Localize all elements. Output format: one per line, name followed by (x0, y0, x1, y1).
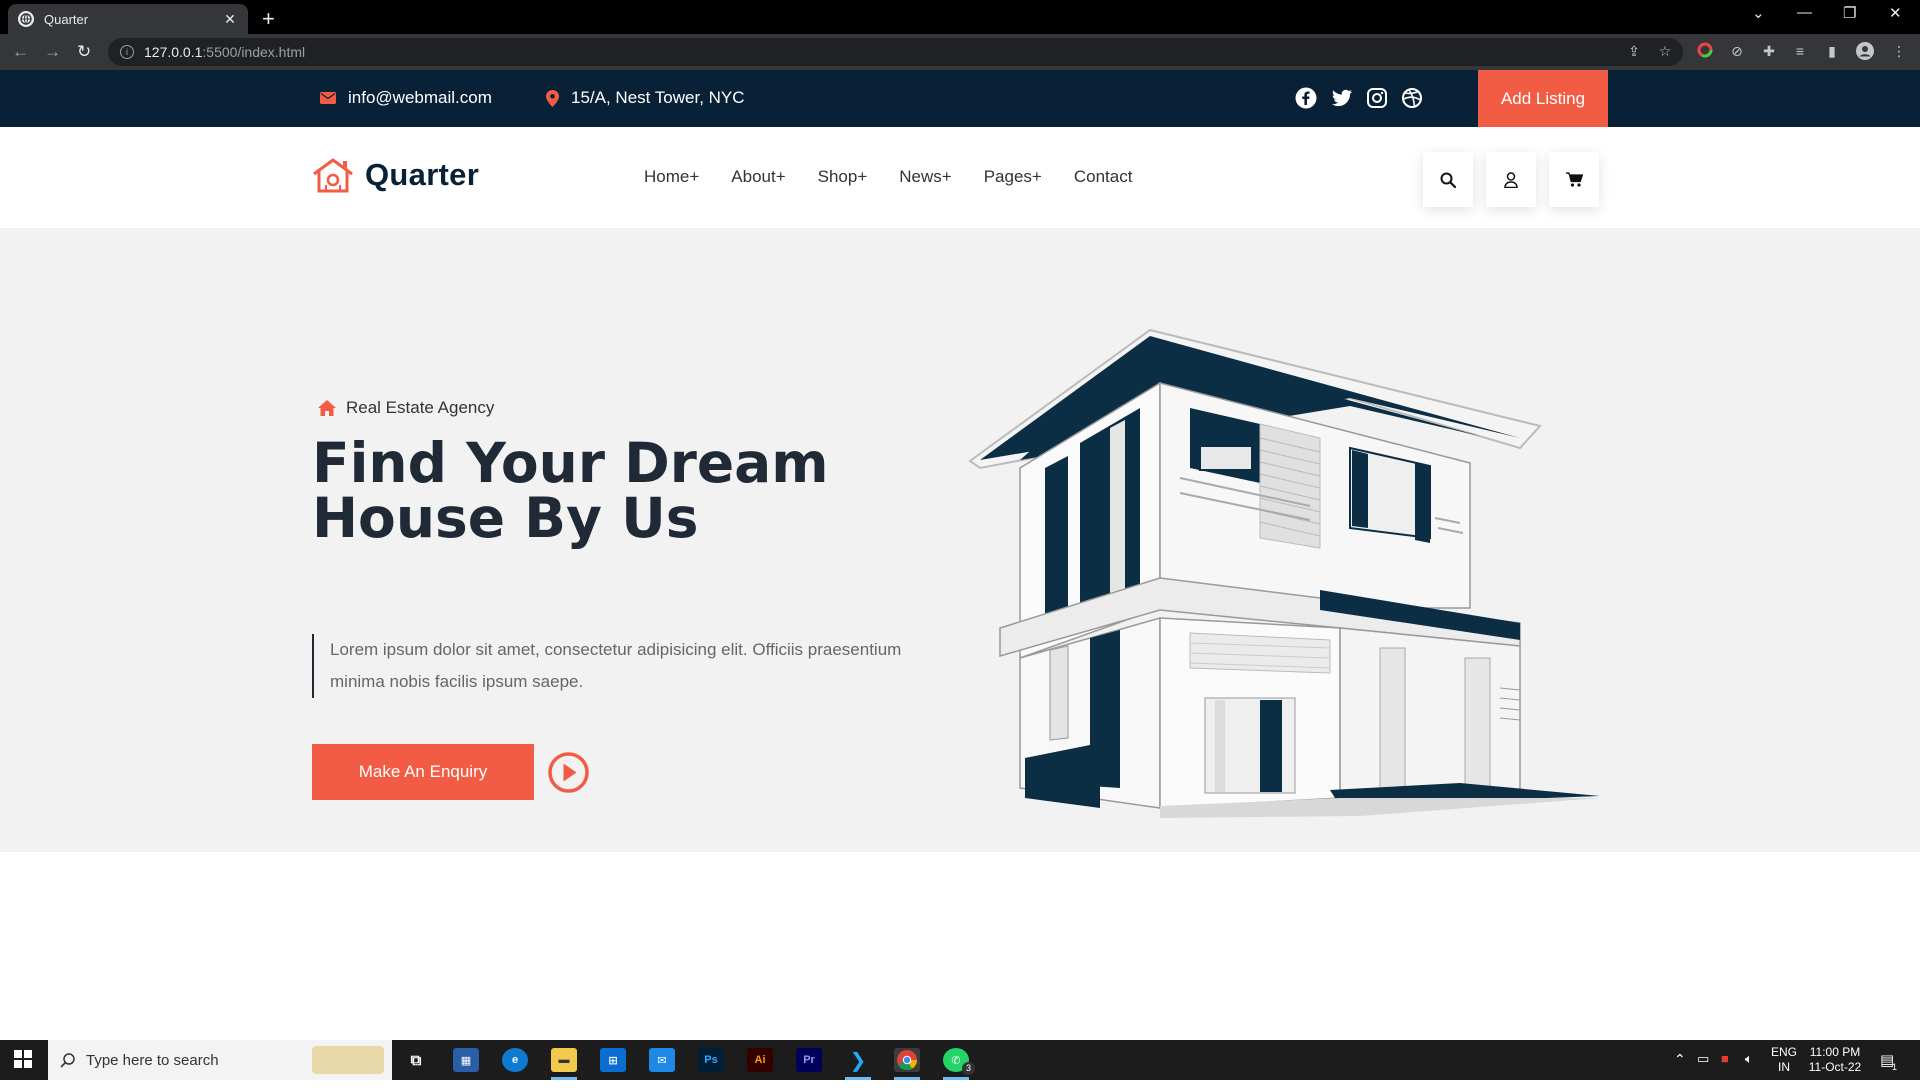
chrome-menu-icon[interactable]: ⋮ (1890, 42, 1908, 60)
site-header: Quarter Home+ About+ Shop+ News+ Pages+ … (0, 127, 1920, 228)
profile-avatar-icon[interactable] (1856, 42, 1874, 60)
whatsapp-badge: 3 (962, 1062, 975, 1075)
url-host: 127.0.0.1 (144, 44, 203, 60)
compass-extension-icon[interactable]: ⊘ (1728, 42, 1746, 60)
language-code: ENG (1771, 1045, 1798, 1059)
globe-icon (18, 11, 34, 27)
task-view-icon[interactable]: ⧉ (403, 1048, 429, 1072)
nav-pages[interactable]: Pages+ (984, 167, 1042, 187)
volume-icon[interactable]: 🔈︎ (1745, 1051, 1753, 1067)
side-panel-icon[interactable]: ▮ (1823, 42, 1841, 60)
user-icon (1504, 171, 1518, 188)
cart-button[interactable] (1549, 152, 1599, 207)
region-code: IN (1778, 1060, 1790, 1074)
hero-headline: Find Your Dream House By Us (312, 436, 912, 546)
close-tab-icon[interactable]: ✕ (222, 11, 238, 28)
bookmark-star-icon[interactable]: ☆ (1656, 42, 1674, 60)
house-illustration (968, 328, 1600, 818)
address-text: 15/A, Nest Tower, NYC (571, 88, 745, 107)
home-icon (318, 400, 336, 416)
address-contact: 15/A, Nest Tower, NYC (546, 88, 745, 108)
browser-tabbar: Quarter ✕ + ⌄ — ❐ ✕ (0, 0, 1920, 34)
add-listing-button[interactable]: Add Listing (1478, 70, 1608, 127)
contact-topbar: info@webmail.com 15/A, Nest Tower, NYC A… (0, 70, 1920, 127)
close-window-icon[interactable]: ✕ (1889, 4, 1902, 22)
mail-icon[interactable]: ✉ (649, 1048, 675, 1072)
nav-about[interactable]: About+ (731, 167, 785, 187)
antivirus-icon[interactable]: ■ (1721, 1051, 1729, 1066)
edge-icon[interactable]: e (502, 1048, 528, 1072)
extensions-puzzle-icon[interactable]: ✚ (1760, 42, 1778, 60)
dribbble-icon[interactable] (1401, 87, 1423, 109)
clock-date: 11-Oct-22 (1808, 1060, 1862, 1074)
restore-icon[interactable]: ❐ (1843, 4, 1856, 22)
tray-overflow-icon[interactable]: ⌃ (1674, 1051, 1686, 1068)
email-text: info@webmail.com (348, 88, 492, 107)
search-icon (1440, 172, 1456, 188)
file-explorer-icon[interactable]: ▬ (551, 1048, 577, 1072)
chrome-icon[interactable] (894, 1048, 920, 1072)
headline-line-2: House By Us (312, 486, 699, 550)
new-tab-button[interactable]: + (262, 6, 275, 32)
minimize-icon[interactable]: — (1797, 4, 1812, 21)
hero-description: Lorem ipsum dolor sit amet, consectetur … (330, 640, 902, 691)
tab-search-icon[interactable]: ⌄ (1752, 4, 1765, 22)
notification-badge: 1 (1892, 1062, 1898, 1072)
media-queue-icon[interactable]: ≡ (1791, 42, 1809, 60)
nav-contact[interactable]: Contact (1074, 167, 1133, 187)
main-nav: Home+ About+ Shop+ News+ Pages+ Contact (644, 167, 1164, 187)
instagram-icon[interactable] (1366, 87, 1388, 109)
play-video-icon[interactable] (548, 752, 589, 793)
headline-line-1: Find Your Dream (312, 431, 829, 495)
hero-tagline: Real Estate Agency (318, 398, 494, 418)
shopping-cart-icon (1565, 172, 1583, 187)
network-icon[interactable]: ▭ (1697, 1051, 1709, 1067)
vscode-icon[interactable]: ❯ (845, 1048, 871, 1072)
nav-news[interactable]: News+ (899, 167, 951, 187)
screen-bottom-strip (0, 1080, 1920, 1092)
photoshop-icon[interactable]: Ps (698, 1048, 724, 1072)
back-icon[interactable]: ← (12, 42, 29, 62)
nav-shop[interactable]: Shop+ (818, 167, 868, 187)
browser-tab[interactable]: Quarter ✕ (8, 4, 248, 34)
site-logo[interactable]: Quarter (311, 157, 479, 193)
email-contact[interactable]: info@webmail.com (320, 88, 492, 108)
language-indicator[interactable]: ENG IN (1771, 1045, 1797, 1075)
location-pin-icon (546, 89, 559, 107)
search-highlight-icon (312, 1046, 384, 1074)
taskbar-search-box[interactable]: Type here to search (48, 1040, 392, 1080)
site-info-icon[interactable]: i (120, 45, 134, 59)
house-logo-icon (313, 158, 353, 193)
web-page: info@webmail.com 15/A, Nest Tower, NYC A… (0, 70, 1920, 1040)
premiere-icon[interactable]: Pr (796, 1048, 822, 1072)
envelope-icon (320, 92, 336, 104)
tagline-text: Real Estate Agency (346, 398, 495, 417)
clock[interactable]: 11:00 PM 11-Oct-22 (1805, 1045, 1865, 1075)
twitter-icon[interactable] (1331, 87, 1353, 109)
hero-section: Real Estate Agency Find Your Dream House… (0, 228, 1920, 852)
tab-title: Quarter (44, 11, 89, 27)
search-button[interactable] (1423, 152, 1473, 207)
share-icon[interactable]: ⇪ (1625, 42, 1643, 60)
logo-text: Quarter (365, 157, 480, 192)
search-icon (60, 1053, 75, 1068)
windows-taskbar: Type here to search ⧉ ▦ e ▬ ⊞ ✉ Ps Ai Pr… (0, 1040, 1920, 1080)
make-enquiry-button[interactable]: Make An Enquiry (312, 744, 534, 800)
microsoft-store-icon[interactable]: ⊞ (600, 1048, 626, 1072)
nav-home[interactable]: Home+ (644, 167, 699, 187)
account-button[interactable] (1486, 152, 1536, 207)
color-extension-icon[interactable] (1696, 42, 1714, 60)
address-bar[interactable]: i 127.0.0.1 :5500/index.html (108, 38, 1683, 66)
reload-icon[interactable]: ↻ (77, 42, 91, 62)
calculator-icon[interactable]: ▦ (453, 1048, 479, 1072)
url-path: :5500/index.html (202, 44, 306, 60)
taskbar-search-placeholder: Type here to search (86, 1051, 219, 1069)
facebook-icon[interactable] (1295, 87, 1317, 109)
windows-start-icon[interactable] (14, 1050, 32, 1068)
hero-description-block: Lorem ipsum dolor sit amet, consectetur … (312, 634, 912, 698)
forward-icon[interactable]: → (44, 42, 61, 62)
illustrator-icon[interactable]: Ai (747, 1048, 773, 1072)
clock-time: 11:00 PM (1809, 1045, 1861, 1059)
